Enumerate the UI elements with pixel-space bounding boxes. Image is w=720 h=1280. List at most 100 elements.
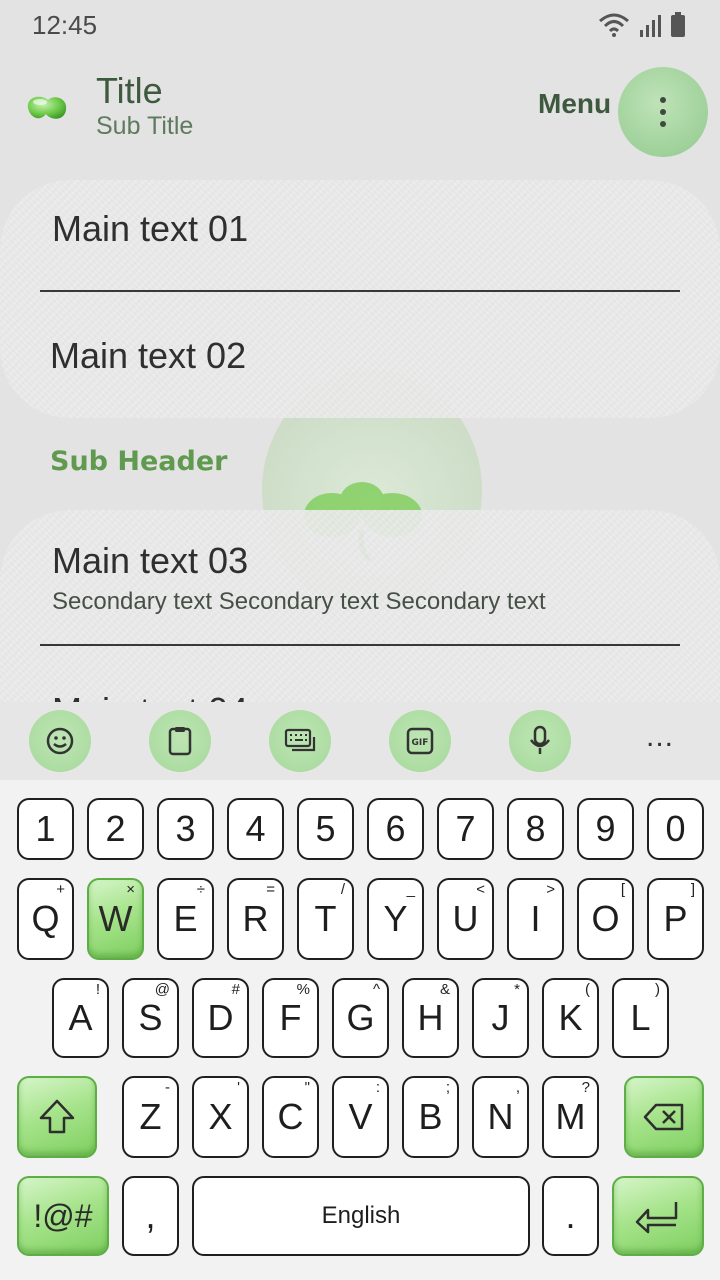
key-label: U — [452, 898, 479, 939]
key-y[interactable]: _ Y — [367, 878, 424, 960]
key-0[interactable]: 0 — [647, 798, 704, 860]
sub-header: Sub Header — [50, 446, 228, 477]
key-m[interactable]: ? M — [542, 1076, 599, 1158]
key-e[interactable]: ÷ E — [157, 878, 214, 960]
key-c[interactable]: " C — [262, 1076, 319, 1158]
key-5[interactable]: 5 — [297, 798, 354, 860]
key-label: N — [487, 1096, 514, 1137]
key-s[interactable]: @ S — [122, 978, 179, 1058]
key-hint: & — [439, 981, 450, 998]
key-j[interactable]: * J — [472, 978, 529, 1058]
gif-button[interactable]: GIF — [389, 710, 451, 772]
keyboard-mode-button[interactable] — [269, 710, 331, 772]
key-hint: - — [165, 1079, 170, 1096]
key-k[interactable]: (K — [542, 978, 599, 1058]
key-p[interactable]: ] P — [647, 878, 704, 960]
key-hint: ; — [445, 1079, 450, 1096]
app-title: Title — [96, 70, 163, 111]
emoji-icon — [46, 727, 74, 755]
divider — [40, 644, 680, 646]
key-z[interactable]: -Z — [122, 1076, 179, 1158]
svg-text:GIF: GIF — [412, 738, 429, 748]
key-hint: ] — [690, 881, 695, 898]
key-label: F — [279, 997, 302, 1038]
key-4[interactable]: 4 — [227, 798, 284, 860]
more-tools-button[interactable]: ... — [640, 722, 680, 762]
key-label: S — [138, 997, 163, 1038]
key-u[interactable]: < U — [437, 878, 494, 960]
key-hint: ( — [585, 981, 590, 998]
voice-input-button[interactable] — [509, 710, 571, 772]
key-1[interactable]: 1 — [17, 798, 74, 860]
key-7[interactable]: 7 — [437, 798, 494, 860]
emoji-button[interactable] — [29, 710, 91, 772]
key-r[interactable]: = R — [227, 878, 284, 960]
microphone-icon — [530, 725, 550, 754]
key-label: J — [491, 997, 510, 1038]
key-hint: ! — [95, 981, 100, 998]
key-d[interactable]: # D — [192, 978, 249, 1058]
key-o[interactable]: [O — [577, 878, 634, 960]
list-item-main-text-04[interactable]: Main text 04 — [52, 690, 248, 702]
key-hint: ' — [237, 1079, 240, 1096]
symbols-key[interactable]: !@# — [17, 1176, 109, 1256]
key-6[interactable]: 6 — [367, 798, 424, 860]
signal-icon — [640, 15, 661, 37]
key-8[interactable]: 8 — [507, 798, 564, 860]
status-icons — [598, 12, 686, 38]
more-options-button[interactable] — [618, 67, 708, 157]
key-h[interactable]: & H — [402, 978, 459, 1058]
key-w[interactable]: × W — [87, 878, 144, 960]
key-label: E — [173, 898, 198, 939]
key-2[interactable]: 2 — [87, 798, 144, 860]
space-bar[interactable]: English — [192, 1176, 530, 1256]
list-item-main-text-03[interactable]: Main text 03 — [52, 540, 248, 582]
key-g[interactable]: ^ G — [332, 978, 389, 1058]
key-label: A — [68, 997, 93, 1038]
key-i[interactable]: > I — [507, 878, 564, 960]
gif-icon: GIF — [406, 727, 434, 755]
status-time: 12:45 — [32, 10, 98, 40]
key-label: H — [417, 997, 444, 1038]
backspace-icon — [643, 1103, 684, 1131]
key-hint: , — [515, 1079, 520, 1096]
key-a[interactable]: ! A — [52, 978, 109, 1058]
divider — [40, 290, 680, 292]
key-3[interactable]: 3 — [157, 798, 214, 860]
list-item-main-text-02[interactable]: Main text 02 — [50, 335, 246, 377]
list-card-2: Main text 03 Secondary text Secondary te… — [0, 510, 720, 702]
key-v[interactable]: :V — [332, 1076, 389, 1158]
period-key[interactable]: . — [542, 1176, 599, 1256]
key-9[interactable]: 9 — [577, 798, 634, 860]
key-t[interactable]: / T — [297, 878, 354, 960]
key-f[interactable]: % F — [262, 978, 319, 1058]
shift-key[interactable] — [17, 1076, 97, 1158]
wifi-icon — [599, 13, 629, 37]
battery-icon — [671, 12, 685, 37]
keyboard-toolbar: GIF ... — [0, 702, 720, 780]
key-hint: + — [56, 881, 65, 898]
app-bar: Title Sub Title Menu — [0, 56, 720, 166]
key-x[interactable]: ' X — [192, 1076, 249, 1158]
key-hint: * — [514, 981, 520, 998]
list-item-main-text-01[interactable]: Main text 01 — [52, 208, 248, 250]
key-q[interactable]: + Q — [17, 878, 74, 960]
key-b[interactable]: ; B — [402, 1076, 459, 1158]
app-subtitle: Sub Title — [96, 112, 194, 140]
enter-key[interactable] — [612, 1176, 704, 1256]
key-hint: # — [231, 981, 240, 998]
key-hint: _ — [406, 881, 415, 898]
key-hint: ^ — [372, 981, 380, 998]
menu-button[interactable]: Menu — [538, 88, 611, 120]
clipboard-button[interactable] — [149, 710, 211, 772]
key-label: M — [555, 1096, 586, 1137]
key-label: D — [207, 997, 234, 1038]
comma-key[interactable]: , — [122, 1176, 179, 1256]
key-label: Z — [139, 1096, 162, 1137]
app-logo-icon — [27, 96, 67, 119]
backspace-key[interactable] — [624, 1076, 704, 1158]
keyboard: 1 2 3 4 5 6 7 8 9 0 + Q × W ÷ E = R / T _ Y < U… — [0, 780, 720, 1280]
key-n[interactable]: ,N — [472, 1076, 529, 1158]
more-vert-icon-dot — [660, 121, 666, 127]
key-l[interactable]: ) L — [612, 978, 669, 1058]
